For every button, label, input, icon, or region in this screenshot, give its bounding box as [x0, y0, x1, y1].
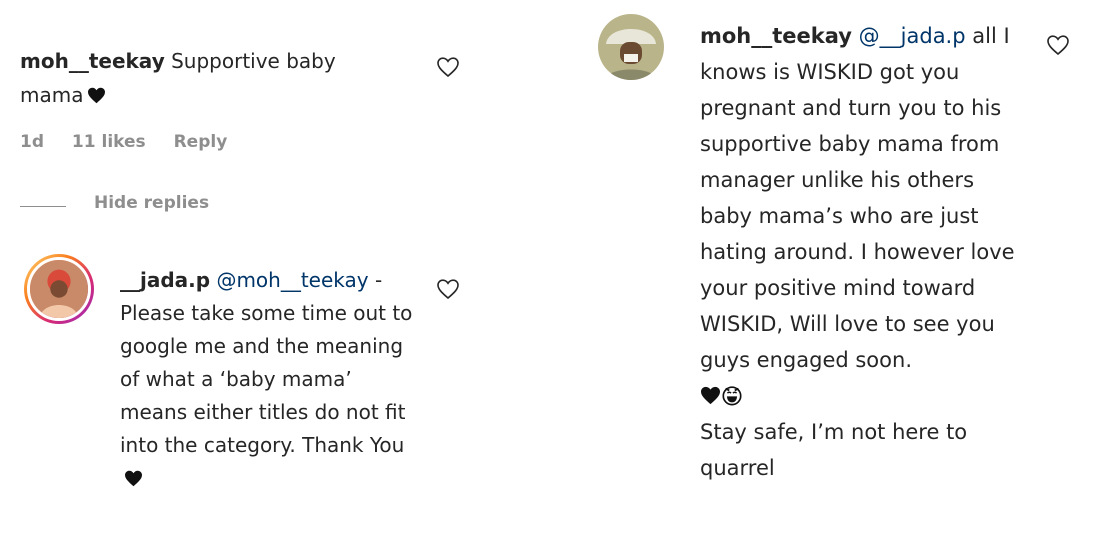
avatar[interactable]	[598, 14, 664, 80]
comment-meta: 1d 11 likes Reply	[20, 132, 249, 152]
avatar[interactable]	[24, 254, 94, 324]
like-heart-icon[interactable]	[1046, 34, 1070, 56]
black-heart-icon	[125, 470, 142, 487]
reply-username[interactable]: __jada.p	[120, 268, 210, 292]
comment-time: 1d	[20, 132, 44, 152]
laughing-emoji-icon	[722, 386, 742, 406]
reply-body: __jada.p @moh__teekay - Please take some…	[120, 264, 420, 495]
comment-username[interactable]: moh__teekay	[20, 49, 165, 73]
reply-body: moh__teekay @__jada.p all I knows is WIS…	[700, 18, 1020, 486]
black-heart-icon	[88, 87, 106, 104]
like-heart-icon[interactable]	[436, 56, 460, 78]
comment-likes[interactable]: 11 likes	[72, 132, 146, 152]
reply-text-continued: Stay safe, I’m not here to quarrel	[700, 420, 968, 480]
avatar-photo	[598, 14, 664, 80]
reply-mention[interactable]: @moh__teekay	[216, 268, 368, 292]
hide-replies-button[interactable]: Hide replies	[94, 193, 209, 213]
black-heart-icon	[701, 386, 720, 405]
reply-button[interactable]: Reply	[174, 132, 228, 152]
reply-username[interactable]: moh__teekay	[700, 24, 852, 48]
like-heart-icon[interactable]	[436, 278, 460, 300]
avatar-photo	[30, 260, 88, 318]
reply-text: - Please take some time out to google me…	[120, 268, 413, 457]
divider-line	[20, 206, 66, 207]
reply-text: all I knows is WISKID got you pregnant a…	[700, 24, 1015, 372]
comment-body: moh__teekay Supportive baby mama	[20, 44, 400, 112]
reply-mention[interactable]: @__jada.p	[859, 24, 966, 48]
emoji-row	[700, 378, 1020, 414]
